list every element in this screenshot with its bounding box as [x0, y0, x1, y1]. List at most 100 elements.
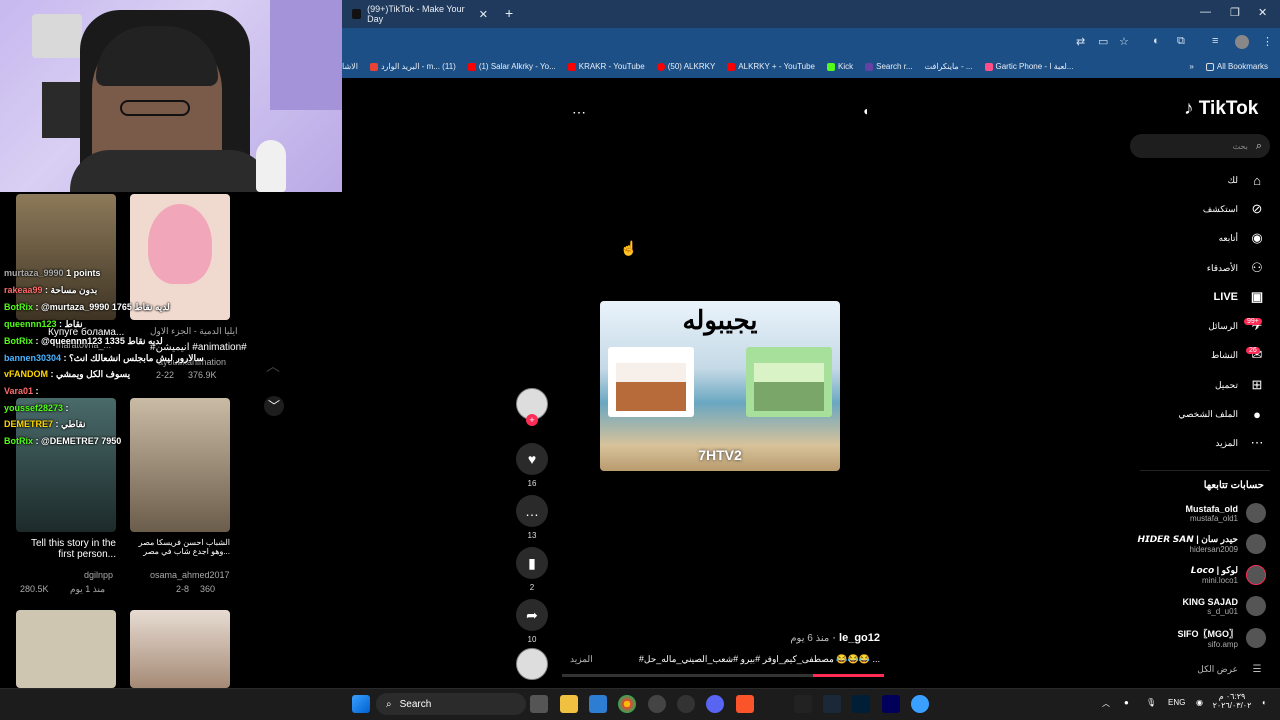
- avatar: [1246, 628, 1266, 648]
- author-name[interactable]: le_go12: [839, 632, 880, 644]
- bookmark-item[interactable]: ALKRKY + - YouTube: [727, 62, 815, 71]
- notifications-icon[interactable]: ◐: [1262, 698, 1267, 707]
- video-title-text: يجيبوله: [682, 305, 758, 335]
- share-button[interactable]: ➦ 10: [515, 599, 549, 644]
- comment-button[interactable]: … 13: [515, 495, 549, 540]
- nav-profile[interactable]: الملف الشخصي ●: [1178, 405, 1266, 423]
- profile-icon: ●: [1253, 406, 1261, 422]
- nav-following[interactable]: أتابعه ◉: [1219, 229, 1266, 247]
- restore-icon[interactable]: ❐: [1230, 6, 1240, 19]
- extension-moon-icon[interactable]: ◐: [1153, 35, 1160, 47]
- nav-friends[interactable]: الأصدقاء ⚇: [1207, 259, 1266, 277]
- bookmark-item[interactable]: (50) ALKRKY: [656, 62, 715, 71]
- task-view-icon[interactable]: [530, 695, 548, 713]
- search-icon[interactable]: ⌕: [1256, 140, 1262, 153]
- language-indicator[interactable]: ENG: [1168, 698, 1185, 707]
- steam-icon[interactable]: [823, 695, 841, 713]
- progress-fill: [813, 674, 884, 677]
- premiere-icon[interactable]: [882, 695, 900, 713]
- volume-icon[interactable]: ◖: [862, 104, 869, 118]
- more-icon: ⋯: [1250, 435, 1264, 450]
- capcut-icon[interactable]: [794, 695, 812, 713]
- follow-button[interactable]: +: [526, 414, 538, 426]
- extensions-icon[interactable]: ⧉: [1177, 35, 1185, 48]
- star-icon[interactable]: ☆: [1119, 35, 1129, 48]
- network-icon[interactable]: ◉: [1196, 698, 1203, 707]
- bookmark-item[interactable]: الاشا: [342, 62, 358, 71]
- cast-icon[interactable]: ▭: [1098, 35, 1108, 48]
- close-tab-icon[interactable]: ✕: [479, 8, 488, 21]
- bookmark-item[interactable]: Kick: [827, 62, 853, 71]
- tiktok-logo[interactable]: ♪ TikTok: [1184, 98, 1258, 120]
- avatar: [1246, 534, 1266, 554]
- nav-more[interactable]: المزيد ⋯: [1215, 434, 1266, 452]
- more-link[interactable]: المزيد: [570, 654, 593, 665]
- close-window-icon[interactable]: ✕: [1258, 6, 1267, 19]
- video-caption: #مصطفى_كيم_اوفر #بيرو #شعب_الصيني_ماله_ح…: [638, 654, 880, 664]
- followed-account[interactable]: 𝙇𝙤𝙘𝙤 | لوكو mini.loco1: [1191, 565, 1266, 585]
- bookmark-item[interactable]: Gartic Phone - لعبة ا...: [984, 62, 1073, 71]
- windows-start-icon[interactable]: [352, 695, 370, 713]
- save-button[interactable]: ▮ 2: [515, 547, 549, 592]
- followed-account[interactable]: KING SAJAD s_d_u01: [1182, 596, 1266, 616]
- file-explorer-icon[interactable]: [560, 695, 578, 713]
- store-icon[interactable]: [589, 695, 607, 713]
- avatar: [1246, 596, 1266, 616]
- nav-explore[interactable]: استكشف ⊘: [1203, 200, 1266, 218]
- followed-account[interactable]: Mustafa_old mustafa_old1: [1185, 503, 1266, 523]
- chrome-icon[interactable]: [618, 695, 636, 713]
- tray-chevron-icon[interactable]: ︿: [1102, 698, 1110, 709]
- tab-tiktok[interactable]: (99+)TikTok - Make Your Day ✕: [344, 2, 496, 26]
- comment-icon: …: [516, 495, 548, 527]
- video-caption: Tell this story in the first person...: [30, 538, 116, 560]
- video-thumbnail[interactable]: [16, 610, 116, 688]
- activity-badge: 26: [1246, 347, 1260, 354]
- nav-for-you[interactable]: لك ⌂: [1228, 171, 1266, 189]
- app-icon[interactable]: [648, 695, 666, 713]
- avatar: [1246, 565, 1266, 585]
- app-blue-icon[interactable]: [911, 695, 929, 713]
- microphone-icon[interactable]: 🎙: [1146, 698, 1156, 707]
- bookmark-item[interactable]: KRAKR - YouTube: [567, 62, 645, 71]
- discord-icon[interactable]: [706, 695, 724, 713]
- music-disc[interactable]: [516, 648, 548, 680]
- scroll-down-icon[interactable]: ﹀: [264, 396, 284, 416]
- video-date: منذ 1 يوم: [70, 584, 106, 594]
- bookmark-item[interactable]: ماينكرافت - ...: [925, 62, 973, 71]
- clock[interactable]: ٠٦:٢٩ م ٢٠٢٦/٠٣/٠٢: [1210, 692, 1254, 710]
- like-button[interactable]: ♥ 16: [515, 443, 549, 488]
- bookmark-item[interactable]: (1) Salar Alkrky - Yo...: [467, 62, 556, 71]
- all-bookmarks-button[interactable]: All Bookmarks: [1205, 62, 1268, 71]
- video-author: dgilnpp: [84, 570, 114, 580]
- nav-live[interactable]: LIVE ▣: [1214, 288, 1266, 306]
- obs-icon[interactable]: [677, 695, 695, 713]
- followed-account[interactable]: 𝙃𝙄𝘿𝙀𝙍 𝙎𝘼𝙉 | حيدر سان hidersan2009: [1138, 534, 1266, 554]
- see-all-link[interactable]: عرض الكل ☰: [1197, 660, 1266, 678]
- video-thumbnail[interactable]: [130, 398, 230, 532]
- menu-icon[interactable]: ⋮: [1262, 35, 1273, 48]
- address-bar[interactable]: [342, 28, 1280, 55]
- translate-icon[interactable]: ⇄: [1076, 35, 1085, 48]
- more-options-icon[interactable]: ⋯: [572, 104, 586, 121]
- bookmark-item[interactable]: Search r...: [865, 62, 913, 71]
- video-author: osama_ahmed2017: [150, 570, 230, 580]
- video-date: 2-8: [176, 584, 190, 594]
- scroll-up-icon[interactable]: ︿: [266, 356, 280, 376]
- video-player[interactable]: يجيبوله 7HTV2: [600, 301, 840, 471]
- bookmarks-overflow-icon[interactable]: »: [1189, 62, 1193, 71]
- bookmark-item[interactable]: البريد الوارد - m... (11): [369, 62, 456, 71]
- minimize-icon[interactable]: —: [1200, 6, 1211, 18]
- profile-avatar[interactable]: [1235, 35, 1249, 49]
- progress-bar[interactable]: [562, 674, 884, 677]
- photoshop-icon[interactable]: [852, 695, 870, 713]
- tray-app-icon[interactable]: ●: [1124, 698, 1129, 707]
- nav-upload[interactable]: تحميل ⊞: [1215, 376, 1266, 394]
- taskbar-search[interactable]: ⌕ Search: [376, 693, 526, 715]
- followed-account[interactable]: SIFO〖MGO〗 sifo.amp: [1178, 627, 1266, 649]
- media-icon[interactable]: ≡: [1212, 35, 1218, 47]
- streamer-shirt: [70, 150, 270, 192]
- search-input[interactable]: بحث ⌕: [1130, 134, 1270, 158]
- new-tab-button[interactable]: +: [505, 5, 513, 21]
- video-thumbnail[interactable]: [130, 610, 230, 688]
- brave-icon[interactable]: [736, 695, 754, 713]
